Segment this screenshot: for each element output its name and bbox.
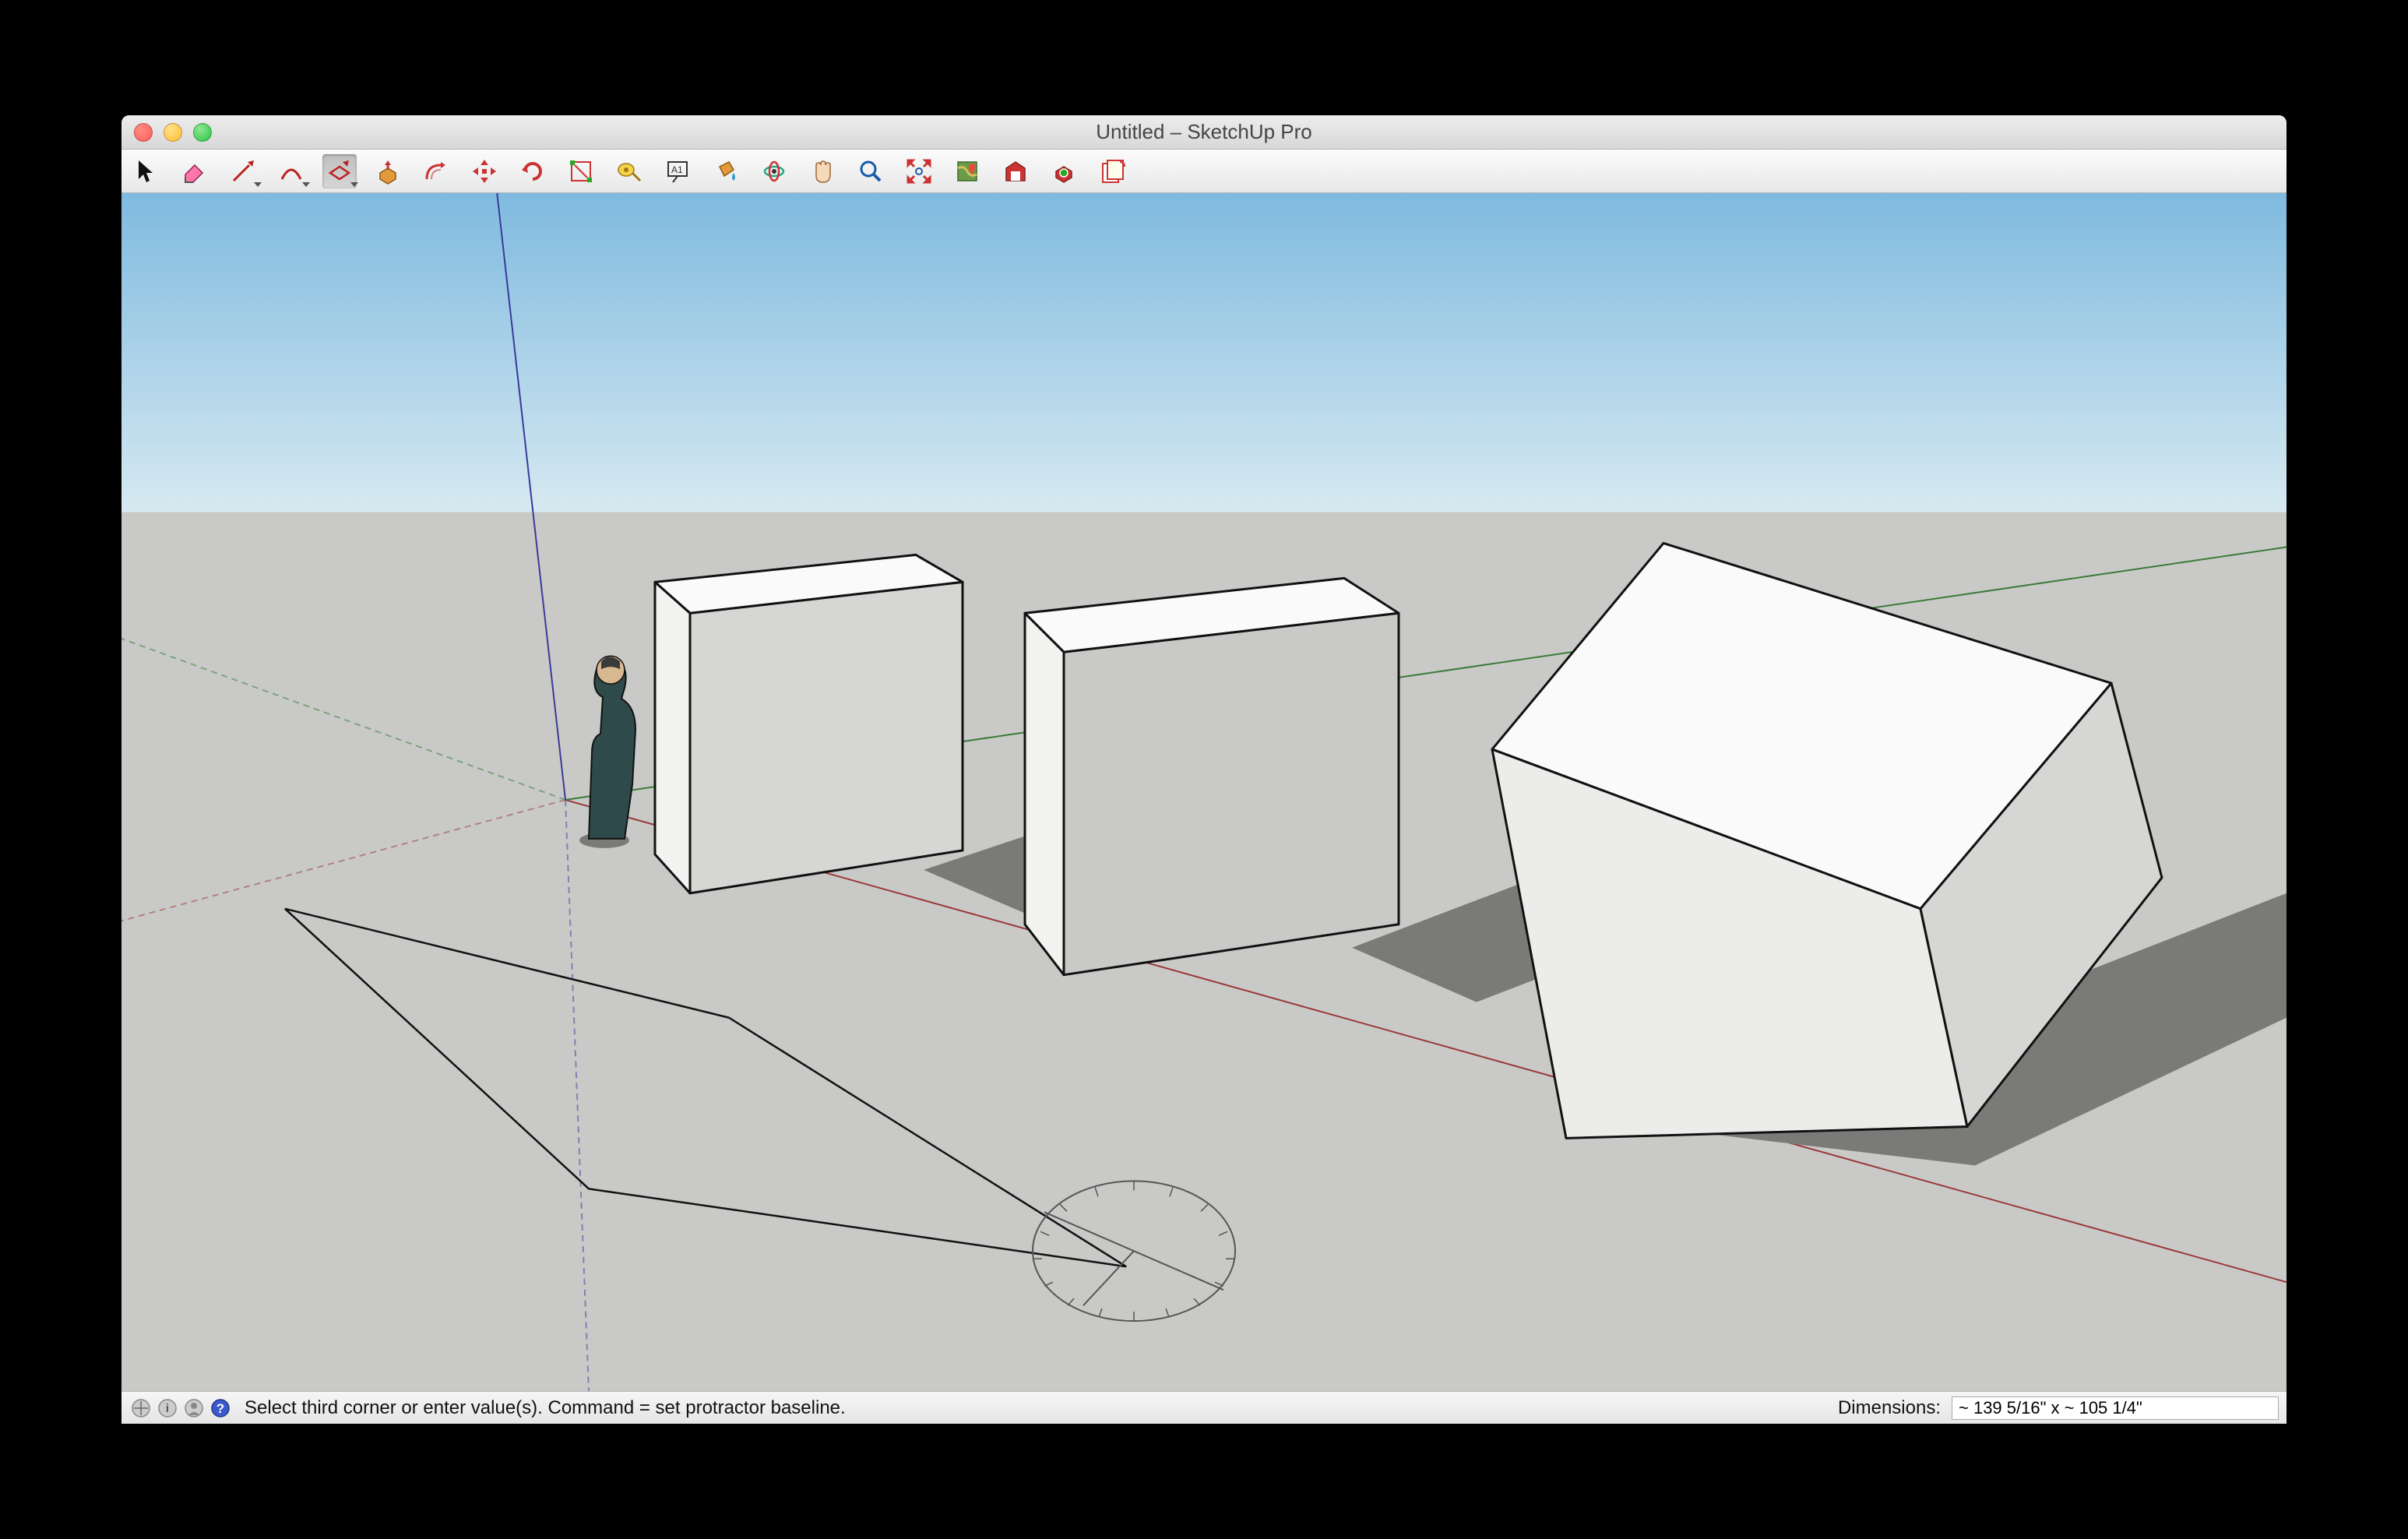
dimensions-input[interactable] bbox=[1952, 1396, 2279, 1420]
line-tool[interactable] bbox=[226, 154, 260, 188]
orbit-tool-icon bbox=[760, 157, 788, 185]
user-status-icon[interactable] bbox=[182, 1396, 206, 1420]
rotate-tool-icon bbox=[519, 157, 547, 185]
dropdown-icon bbox=[254, 182, 262, 187]
zoom-extents-tool-icon bbox=[905, 157, 933, 185]
text-tool-icon: A1 bbox=[664, 157, 692, 185]
sky bbox=[121, 193, 2287, 512]
scale-tool[interactable] bbox=[564, 154, 598, 188]
dropdown-icon bbox=[302, 182, 310, 187]
tape-measure-tool-icon bbox=[615, 157, 643, 185]
zoom-tool[interactable] bbox=[854, 154, 888, 188]
svg-text:?: ? bbox=[217, 1401, 224, 1416]
line-tool-icon bbox=[229, 157, 257, 185]
zoom-tool-icon bbox=[857, 157, 885, 185]
cube-2 bbox=[1025, 578, 1399, 974]
window-title: Untitled – SketchUp Pro bbox=[121, 120, 2287, 144]
offset-tool-icon bbox=[422, 157, 450, 185]
rotate-tool[interactable] bbox=[516, 154, 550, 188]
credits-status-icon[interactable]: i bbox=[156, 1396, 179, 1420]
eraser-tool[interactable] bbox=[178, 154, 212, 188]
pushpull-tool-icon bbox=[374, 157, 402, 185]
dimensions-label: Dimensions: bbox=[1838, 1397, 1941, 1419]
paint-bucket-tool[interactable] bbox=[709, 154, 743, 188]
rectangle-tool[interactable] bbox=[322, 154, 357, 188]
window-controls bbox=[121, 123, 212, 142]
minimize-window-button[interactable] bbox=[164, 123, 182, 142]
pushpull-tool[interactable] bbox=[371, 154, 405, 188]
status-icons: i ? bbox=[129, 1396, 232, 1420]
help-status-icon[interactable]: ? bbox=[209, 1396, 232, 1420]
toolbar: A1 bbox=[121, 150, 2287, 193]
offset-tool[interactable] bbox=[419, 154, 453, 188]
add-location-tool-icon bbox=[953, 157, 981, 185]
cube-1 bbox=[655, 555, 963, 893]
pan-tool-icon bbox=[808, 157, 836, 185]
select-tool[interactable] bbox=[129, 154, 164, 188]
geolocation-status-icon[interactable] bbox=[129, 1396, 153, 1420]
text-tool[interactable]: A1 bbox=[660, 154, 695, 188]
arc-tool[interactable] bbox=[274, 154, 308, 188]
move-tool[interactable] bbox=[467, 154, 502, 188]
svg-text:i: i bbox=[166, 1402, 169, 1415]
tape-measure-tool[interactable] bbox=[612, 154, 646, 188]
zoom-extents-tool[interactable] bbox=[902, 154, 936, 188]
app-window: Untitled – SketchUp Pro bbox=[121, 115, 2287, 1424]
pan-tool[interactable] bbox=[805, 154, 840, 188]
close-window-button[interactable] bbox=[134, 123, 153, 142]
status-hint: Select third corner or enter value(s). C… bbox=[245, 1397, 1833, 1419]
layout-tool[interactable] bbox=[1095, 154, 1129, 188]
layout-tool-icon bbox=[1098, 157, 1126, 185]
add-location-tool[interactable] bbox=[950, 154, 984, 188]
scale-tool-icon bbox=[567, 157, 595, 185]
extension-warehouse-tool-icon bbox=[1050, 157, 1078, 185]
title-bar: Untitled – SketchUp Pro bbox=[121, 115, 2287, 150]
zoom-window-button[interactable] bbox=[193, 123, 212, 142]
scene-canvas bbox=[121, 193, 2287, 1391]
eraser-tool-icon bbox=[181, 157, 209, 185]
3d-viewport[interactable] bbox=[121, 193, 2287, 1391]
paint-bucket-tool-icon bbox=[712, 157, 740, 185]
move-tool-icon bbox=[470, 157, 498, 185]
svg-text:A1: A1 bbox=[671, 164, 683, 175]
orbit-tool[interactable] bbox=[757, 154, 791, 188]
dropdown-icon bbox=[350, 182, 358, 187]
rectangle-tool-icon bbox=[326, 157, 354, 185]
arc-tool-icon bbox=[277, 157, 305, 185]
3dwarehouse-tool-icon bbox=[1002, 157, 1030, 185]
extension-warehouse-tool[interactable] bbox=[1047, 154, 1081, 188]
3dwarehouse-tool[interactable] bbox=[998, 154, 1033, 188]
status-bar: i ? Select third corner or enter value(s… bbox=[121, 1391, 2287, 1424]
select-tool-icon bbox=[132, 157, 160, 185]
